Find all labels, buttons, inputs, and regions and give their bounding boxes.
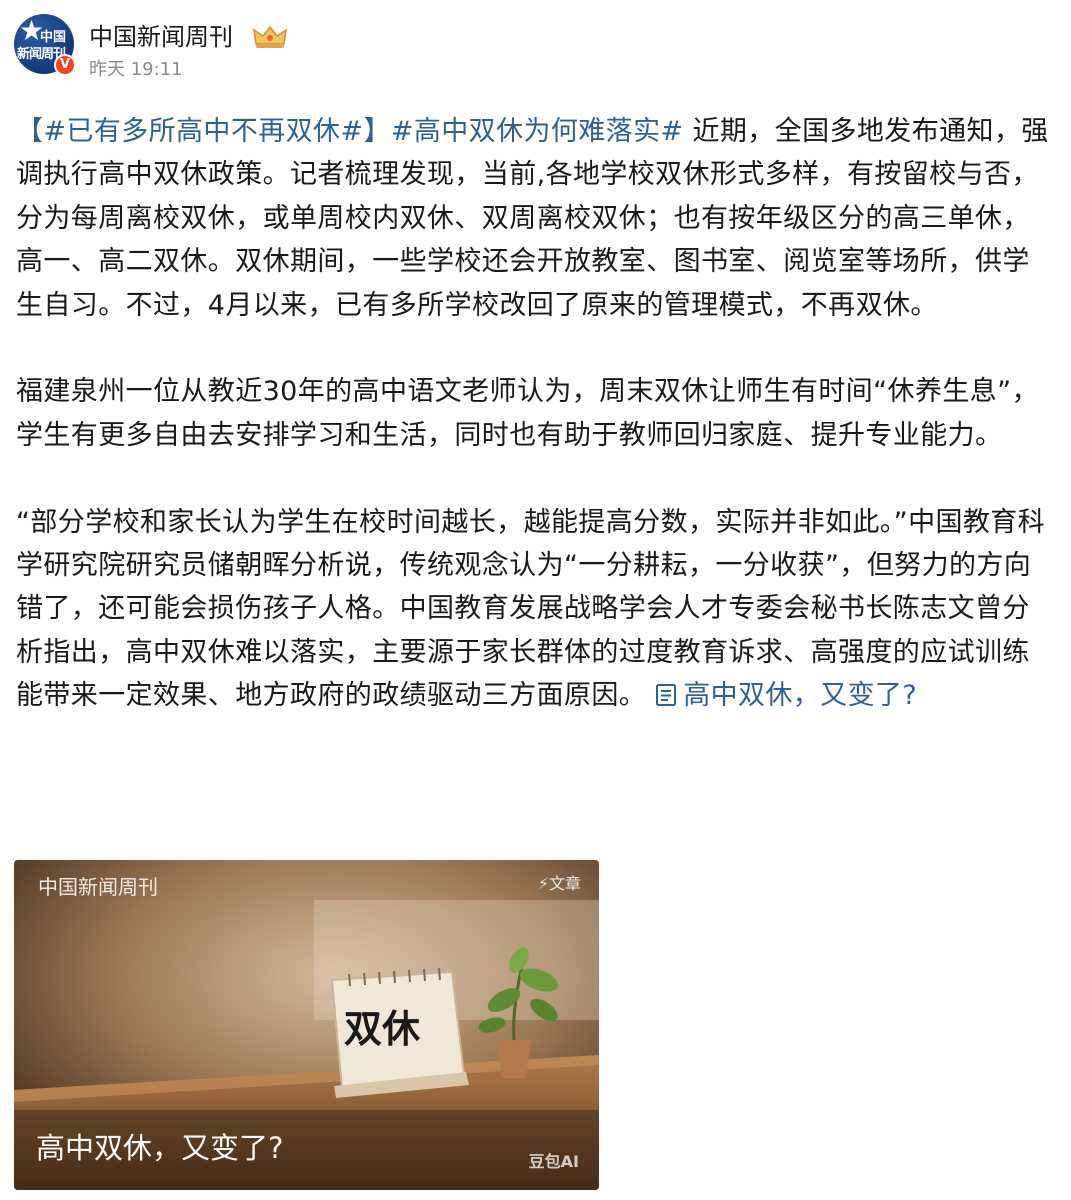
post-header: ★ 中国 新闻周刊 V 中国新闻周刊 昨天 19:11 (14, 14, 1054, 84)
paragraph-1: 【#已有多所高中不再双休#】#高中双休为何难落实# 近期，全国多地发布通知，强调… (16, 110, 1056, 327)
hashtag-topic-2[interactable]: #高中双休为何难落实# (391, 116, 684, 147)
calendar-text: 双休 (344, 1007, 421, 1051)
article-icon (656, 684, 677, 707)
article-card[interactable]: 双休 中国新闻周刊 ⚡文章 高中双休，又变了? 豆包AI (14, 860, 599, 1190)
account-name[interactable]: 中国新闻周刊 (89, 22, 233, 52)
post-body: 【#已有多所高中不再双休#】#高中双休为何难落实# 近期，全国多地发布通知，强调… (16, 110, 1056, 761)
paragraph-3: “部分学校和家长认为学生在校时间越长，越能提高分数，实际并非如此。”中国教育科学… (16, 501, 1056, 718)
card-watermark: 豆包AI (528, 1152, 579, 1171)
paragraph-2: 福建泉州一位从教近30年的高中语文老师认为，周末双休让师生有时间“休养生息”，学… (16, 376, 1039, 451)
card-source-label: 中国新闻周刊 (38, 875, 158, 899)
verified-badge: V (54, 54, 76, 76)
card-title: 高中双休，又变了? (36, 1131, 284, 1165)
crown-icon (253, 25, 287, 48)
article-link[interactable]: 高中双休，又变了? (655, 680, 917, 711)
hashtag-topic-1[interactable]: 【#已有多所高中不再双休#】 (16, 116, 391, 147)
avatar-logo-line1: 中国 (40, 30, 67, 45)
card-type-badge: ⚡文章 (537, 874, 581, 893)
article-link-text: 高中双休，又变了? (683, 680, 918, 712)
calendar-icon: 双休 (330, 967, 469, 1098)
post-time: 昨天 19:11 (89, 59, 183, 80)
